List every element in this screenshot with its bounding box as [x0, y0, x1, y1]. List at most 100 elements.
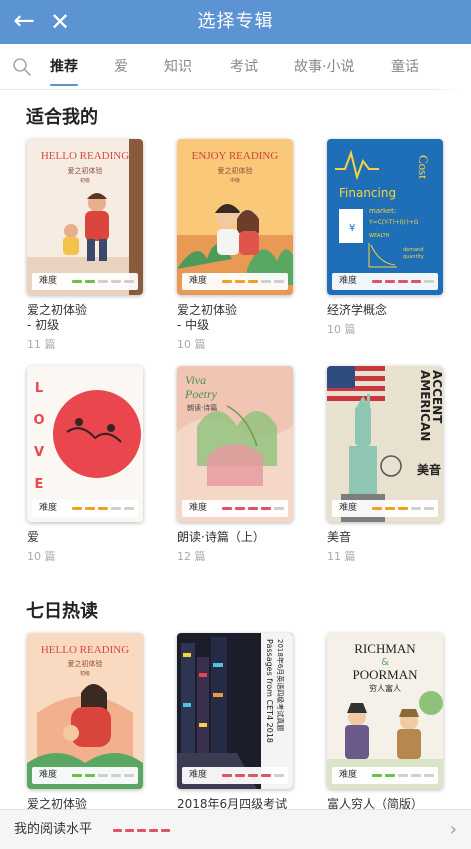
- difficulty-segment: [424, 280, 434, 283]
- chevron-right-icon[interactable]: ›: [450, 810, 457, 849]
- book-title: 爱: [27, 530, 40, 544]
- cover-level: 初级: [80, 670, 90, 677]
- difficulty-segment: [398, 774, 408, 777]
- book-cover[interactable]: RICHMAN & POORMAN 穷人富人 难度: [327, 633, 443, 789]
- chapter-count: 11 篇: [327, 550, 356, 563]
- album-list[interactable]: 适合我的 HELLO READING 爱之初体验 初级 难度 爱之初体验 - 初…: [0, 91, 471, 809]
- difficulty-label: 难度: [339, 276, 358, 286]
- difficulty-indicator: 难度: [332, 273, 438, 290]
- tabs-fade: [421, 44, 471, 90]
- difficulty-segment: [98, 280, 108, 283]
- book-title: 爱之初体验: [27, 797, 88, 809]
- cover-market: market:: [369, 207, 396, 215]
- difficulty-indicator: 难度: [332, 500, 438, 517]
- book-cover[interactable]: AMERICAN ACCENT 美音 难度: [327, 366, 443, 522]
- category-tabs: 推荐 爱 知识 考试 故事·小说 童话: [0, 44, 471, 90]
- book-card[interactable]: L O V E 难度 爱 10 篇: [27, 366, 147, 564]
- difficulty-indicator: 难度: [32, 273, 138, 290]
- cover-subtitle: 穷人富人: [369, 683, 401, 693]
- cover-title: ACCENT: [430, 370, 443, 424]
- book-cover[interactable]: ENJOY READING 爱之初体验 中级 难度: [177, 139, 293, 295]
- tab-fairy-tale[interactable]: 童话: [391, 44, 419, 90]
- difficulty-segment: [222, 280, 232, 283]
- search-icon[interactable]: [12, 57, 32, 77]
- difficulty-segment: [85, 280, 95, 283]
- difficulty-bars: [222, 774, 287, 789]
- difficulty-label: 难度: [189, 770, 208, 780]
- chapter-count: 11 篇: [27, 338, 56, 351]
- difficulty-segment: [72, 507, 82, 510]
- difficulty-indicator: 难度: [182, 767, 288, 784]
- tab-story-novel[interactable]: 故事·小说: [294, 44, 354, 90]
- cover-demand: demand: [403, 247, 424, 253]
- difficulty-segment: [261, 774, 271, 777]
- tab-recommend[interactable]: 推荐: [50, 44, 78, 90]
- difficulty-segment: [124, 280, 134, 283]
- difficulty-segment: [372, 774, 382, 777]
- cover-title: HELLO READING: [41, 644, 129, 656]
- difficulty-indicator: 难度: [32, 767, 138, 784]
- book-card[interactable]: Cost Financing market: Y=C(Y-T)+I(r)+G ¥…: [327, 139, 447, 337]
- cover-letter: L: [35, 381, 43, 396]
- book-cover[interactable]: Viva Poetry 朗读·诗篇 难度: [177, 366, 293, 522]
- cover-subtitle: 爱之初体验: [218, 166, 253, 175]
- difficulty-segment: [248, 507, 258, 510]
- cover-title: AMERICAN: [418, 370, 432, 441]
- difficulty-label: 难度: [39, 770, 58, 780]
- section-title-weekly-hot: 七日热读: [26, 601, 98, 622]
- cover-letter: V: [34, 445, 44, 460]
- book-card[interactable]: Passages from CET4 2018 2018年6月英语四级考试真题 …: [177, 633, 297, 809]
- tab-love[interactable]: 爱: [114, 44, 128, 90]
- difficulty-label: 难度: [339, 770, 358, 780]
- reading-level-bars: [113, 829, 173, 848]
- difficulty-bars: [372, 774, 437, 789]
- difficulty-bars: [372, 280, 437, 295]
- difficulty-segment: [85, 507, 95, 510]
- cover-subtitle: 美音: [417, 462, 441, 477]
- difficulty-segment: [385, 507, 395, 510]
- book-card[interactable]: HELLO READING 爱之初体验 初级 难度 爱之初体验: [27, 633, 147, 809]
- tab-exam[interactable]: 考试: [230, 44, 258, 90]
- book-cover[interactable]: Cost Financing market: Y=C(Y-T)+I(r)+G ¥…: [327, 139, 443, 295]
- difficulty-segment: [398, 507, 408, 510]
- difficulty-indicator: 难度: [32, 500, 138, 517]
- book-card[interactable]: HELLO READING 爱之初体验 初级 难度 爱之初体验 - 初级 11 …: [27, 139, 147, 352]
- difficulty-segment: [235, 774, 245, 777]
- difficulty-segment: [72, 774, 82, 777]
- book-title: 爱之初体验 - 中级: [177, 303, 238, 332]
- difficulty-segment: [424, 507, 434, 510]
- difficulty-segment: [424, 774, 434, 777]
- difficulty-segment: [72, 280, 82, 283]
- reading-level-bar[interactable]: 我的阅读水平 ›: [0, 809, 471, 849]
- book-cover[interactable]: L O V E 难度: [27, 366, 143, 522]
- difficulty-label: 难度: [39, 276, 58, 286]
- difficulty-bars: [72, 280, 137, 295]
- difficulty-segment: [124, 774, 134, 777]
- difficulty-segment: [372, 280, 382, 283]
- difficulty-segment: [98, 774, 108, 777]
- reading-level-segment: [161, 829, 170, 832]
- difficulty-segment: [411, 280, 421, 283]
- cover-title: POORMAN: [352, 667, 418, 682]
- book-card[interactable]: AMERICAN ACCENT 美音 难度 美音 11 篇: [327, 366, 447, 564]
- difficulty-indicator: 难度: [332, 767, 438, 784]
- chapter-count: 12 篇: [177, 550, 206, 563]
- page-title: 选择专辑: [197, 11, 274, 32]
- difficulty-segment: [85, 774, 95, 777]
- difficulty-segment: [274, 280, 284, 283]
- cover-title: RICHMAN: [354, 641, 416, 656]
- book-cover[interactable]: HELLO READING 爱之初体验 初级 难度: [27, 633, 143, 789]
- book-card[interactable]: Viva Poetry 朗读·诗篇 难度 朗读·诗篇（上） 12 篇: [177, 366, 297, 564]
- book-card[interactable]: ENJOY READING 爱之初体验 中级 难度 爱之初体验 - 中级 10 …: [177, 139, 297, 352]
- reading-level-label: 我的阅读水平: [14, 822, 93, 837]
- cover-subtitle: 爱之初体验: [68, 166, 103, 175]
- cover-subtitle: 爱之初体验: [68, 659, 103, 668]
- top-bar: ← ✕ 选择专辑: [0, 0, 471, 44]
- book-cover[interactable]: HELLO READING 爱之初体验 初级 难度: [27, 139, 143, 295]
- tab-knowledge[interactable]: 知识: [164, 44, 192, 90]
- difficulty-segment: [222, 507, 232, 510]
- book-title: 美音: [327, 530, 352, 544]
- book-cover[interactable]: Passages from CET4 2018 2018年6月英语四级考试真题 …: [177, 633, 293, 789]
- difficulty-label: 难度: [189, 503, 208, 513]
- book-card[interactable]: RICHMAN & POORMAN 穷人富人 难度 富人穷人（简版）: [327, 633, 447, 809]
